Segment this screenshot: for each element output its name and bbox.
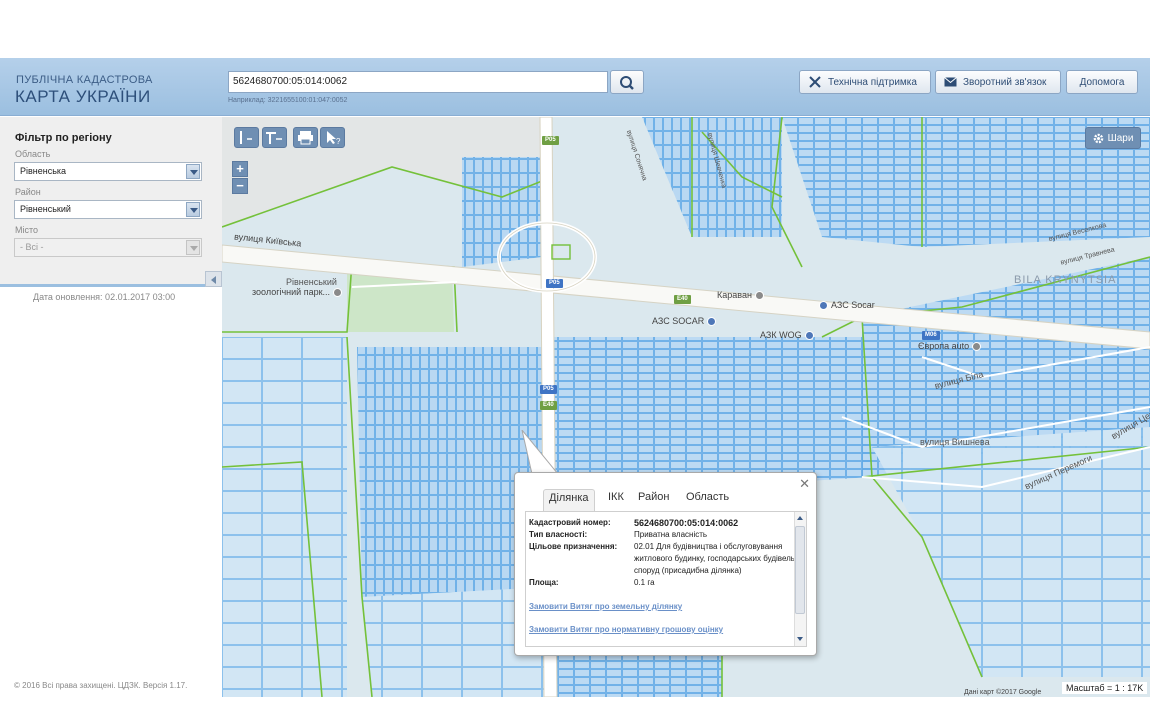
karavan-poi[interactable]: Караван bbox=[717, 290, 764, 300]
help-button[interactable]: Допомога bbox=[1066, 70, 1138, 94]
help-label: Допомога bbox=[1079, 76, 1125, 88]
raion-label: Район bbox=[15, 187, 41, 197]
tab-oblast[interactable]: Область bbox=[681, 489, 734, 505]
map-attribution: Дані карт ©2017 Google bbox=[964, 689, 1042, 696]
logo-line1: ПУБЛІЧНА КАДАСТРОВА bbox=[16, 74, 153, 86]
zoom-out-button[interactable]: − bbox=[232, 178, 248, 194]
measure-line-button[interactable] bbox=[234, 127, 259, 148]
layers-button[interactable]: Шари bbox=[1085, 127, 1141, 149]
fuel-icon bbox=[819, 300, 828, 310]
zoo-label-line1: Рівненський bbox=[286, 277, 337, 287]
purpose-value: 02.01 Для будівництва і обслуговування ж… bbox=[634, 542, 799, 575]
envelope-icon bbox=[944, 77, 957, 87]
oblast-select[interactable]: Рівненська bbox=[14, 162, 202, 181]
oblast-value: Рівненська bbox=[20, 166, 67, 176]
chevron-down-icon bbox=[186, 164, 200, 179]
scrollbar-thumb[interactable] bbox=[795, 526, 805, 614]
feedback-button[interactable]: Зворотний зв'язок bbox=[935, 70, 1061, 94]
header-bar: ПУБЛІЧНА КАДАСТРОВА КАРТА УКРАЇНИ 562468… bbox=[0, 58, 1150, 116]
popup-pointer bbox=[521, 430, 558, 474]
filter-title: Фільтр по регіону bbox=[15, 132, 112, 144]
europa-auto-label: Європа auto bbox=[918, 341, 970, 351]
fuel-icon bbox=[804, 330, 814, 340]
city-value: - Всі - bbox=[20, 242, 44, 252]
search-hint: Наприклад: 3221655100:01:047:0052 bbox=[228, 97, 348, 104]
area-ruler-icon bbox=[266, 132, 282, 144]
cadastral-number-key: Кадастровий номер: bbox=[529, 518, 611, 527]
close-icon[interactable]: ✕ bbox=[799, 476, 810, 492]
logo-line2: КАРТА УКРАЇНИ bbox=[15, 87, 151, 106]
printer-icon bbox=[298, 131, 313, 145]
road-shield-e40: E40 bbox=[674, 295, 691, 304]
search-icon bbox=[620, 76, 634, 90]
city-label: Місто bbox=[15, 225, 39, 235]
azk-wog-poi[interactable]: АЗК WOG bbox=[760, 330, 814, 340]
chevron-down-icon bbox=[186, 240, 200, 255]
zoo-label-line2: зоологічний парк... bbox=[252, 287, 331, 297]
copyright-text: © 2016 Всі права захищені. ЦДЗК. Версія … bbox=[14, 681, 188, 690]
map-scale: Масштаб = 1 : 17K bbox=[1062, 682, 1148, 694]
road-shield-p05: P05 bbox=[542, 136, 559, 145]
ownership-key: Тип власності: bbox=[529, 530, 588, 539]
road-shield-p05: P05 bbox=[546, 279, 563, 288]
parcel-info-popup: ✕ Ділянка ІКК Район Область Кадастровий … bbox=[514, 472, 817, 656]
district-label: BILA KRYNYTSIA bbox=[1014, 274, 1117, 286]
ruler-icon bbox=[240, 131, 252, 144]
city-select[interactable]: - Всі - bbox=[14, 238, 202, 257]
tab-ikk[interactable]: ІКК bbox=[603, 489, 629, 505]
search-input[interactable]: 5624680700:05:014:0062 bbox=[228, 71, 608, 93]
azk-wog-label: АЗК WOG bbox=[760, 330, 802, 340]
order-extract-link[interactable]: Замовити Витяг про земельну ділянку bbox=[529, 602, 682, 611]
gear-icon bbox=[1093, 133, 1103, 143]
chevron-down-icon[interactable] bbox=[795, 634, 805, 644]
fuel-icon bbox=[707, 316, 717, 326]
app-window: ПУБЛІЧНА КАДАСТРОВА КАРТА УКРАЇНИ 562468… bbox=[0, 0, 1152, 720]
tab-parcel[interactable]: Ділянка bbox=[543, 489, 595, 511]
collapse-panel-button[interactable] bbox=[205, 271, 222, 287]
europa-auto-poi[interactable]: Європа auto bbox=[918, 341, 982, 351]
pointer-help-icon: ? bbox=[327, 131, 341, 146]
print-button[interactable] bbox=[293, 127, 318, 148]
azs-socar-poi-1[interactable]: АЗС Socar bbox=[819, 300, 875, 310]
update-date: Дата оновлення: 02.01.2017 03:00 bbox=[33, 292, 176, 302]
layers-label: Шари bbox=[1107, 132, 1134, 144]
ownership-value: Приватна власність bbox=[634, 530, 708, 539]
area-key: Площа: bbox=[529, 578, 559, 587]
parcel-details: Кадастровий номер: 5624680700:05:014:006… bbox=[525, 511, 807, 647]
raion-select[interactable]: Рівненський bbox=[14, 200, 202, 219]
feedback-label: Зворотний зв'язок bbox=[963, 76, 1047, 88]
support-button[interactable]: Технічна підтримка bbox=[799, 70, 931, 94]
area-value: 0.1 га bbox=[634, 578, 655, 587]
shop-icon bbox=[754, 290, 764, 300]
support-label: Технічна підтримка bbox=[828, 76, 917, 88]
street-label: вулиця Вишнева bbox=[920, 437, 990, 447]
road-shield-p05: P05 bbox=[540, 385, 557, 394]
order-valuation-link[interactable]: Замовити Витяг про нормативну грошову оц… bbox=[529, 625, 723, 634]
chevron-up-icon[interactable] bbox=[795, 513, 805, 523]
azs-socar-label-2: АЗС SOCAR bbox=[652, 316, 705, 326]
search-button[interactable] bbox=[610, 70, 644, 94]
tools-icon bbox=[809, 76, 821, 88]
identify-button[interactable]: ? bbox=[320, 127, 345, 148]
chevron-down-icon bbox=[186, 202, 200, 217]
road-shield-m06: M06 bbox=[922, 331, 940, 340]
purpose-key: Цільове призначення: bbox=[529, 542, 618, 551]
popup-scrollbar[interactable] bbox=[794, 512, 806, 646]
svg-text:?: ? bbox=[336, 137, 341, 146]
cadastral-number-value: 5624680700:05:014:0062 bbox=[634, 518, 739, 528]
car-icon bbox=[972, 341, 982, 351]
measure-area-button[interactable] bbox=[262, 127, 287, 148]
karavan-label: Караван bbox=[717, 290, 752, 300]
azs-socar-poi-2[interactable]: АЗС SOCAR bbox=[652, 316, 717, 326]
oblast-label: Область bbox=[15, 149, 51, 159]
zoo-poi[interactable]: зоологічний парк... bbox=[252, 287, 343, 297]
azs-socar-label-1: АЗС Socar bbox=[831, 300, 875, 310]
tab-raion[interactable]: Район bbox=[633, 489, 674, 505]
zoom-in-button[interactable]: + bbox=[232, 161, 248, 177]
park-icon bbox=[333, 287, 343, 297]
road-shield-e40: E40 bbox=[540, 401, 557, 410]
raion-value: Рівненський bbox=[20, 204, 71, 214]
region-filter-panel: Фільтр по регіону Область Рівненська Рай… bbox=[0, 117, 222, 287]
